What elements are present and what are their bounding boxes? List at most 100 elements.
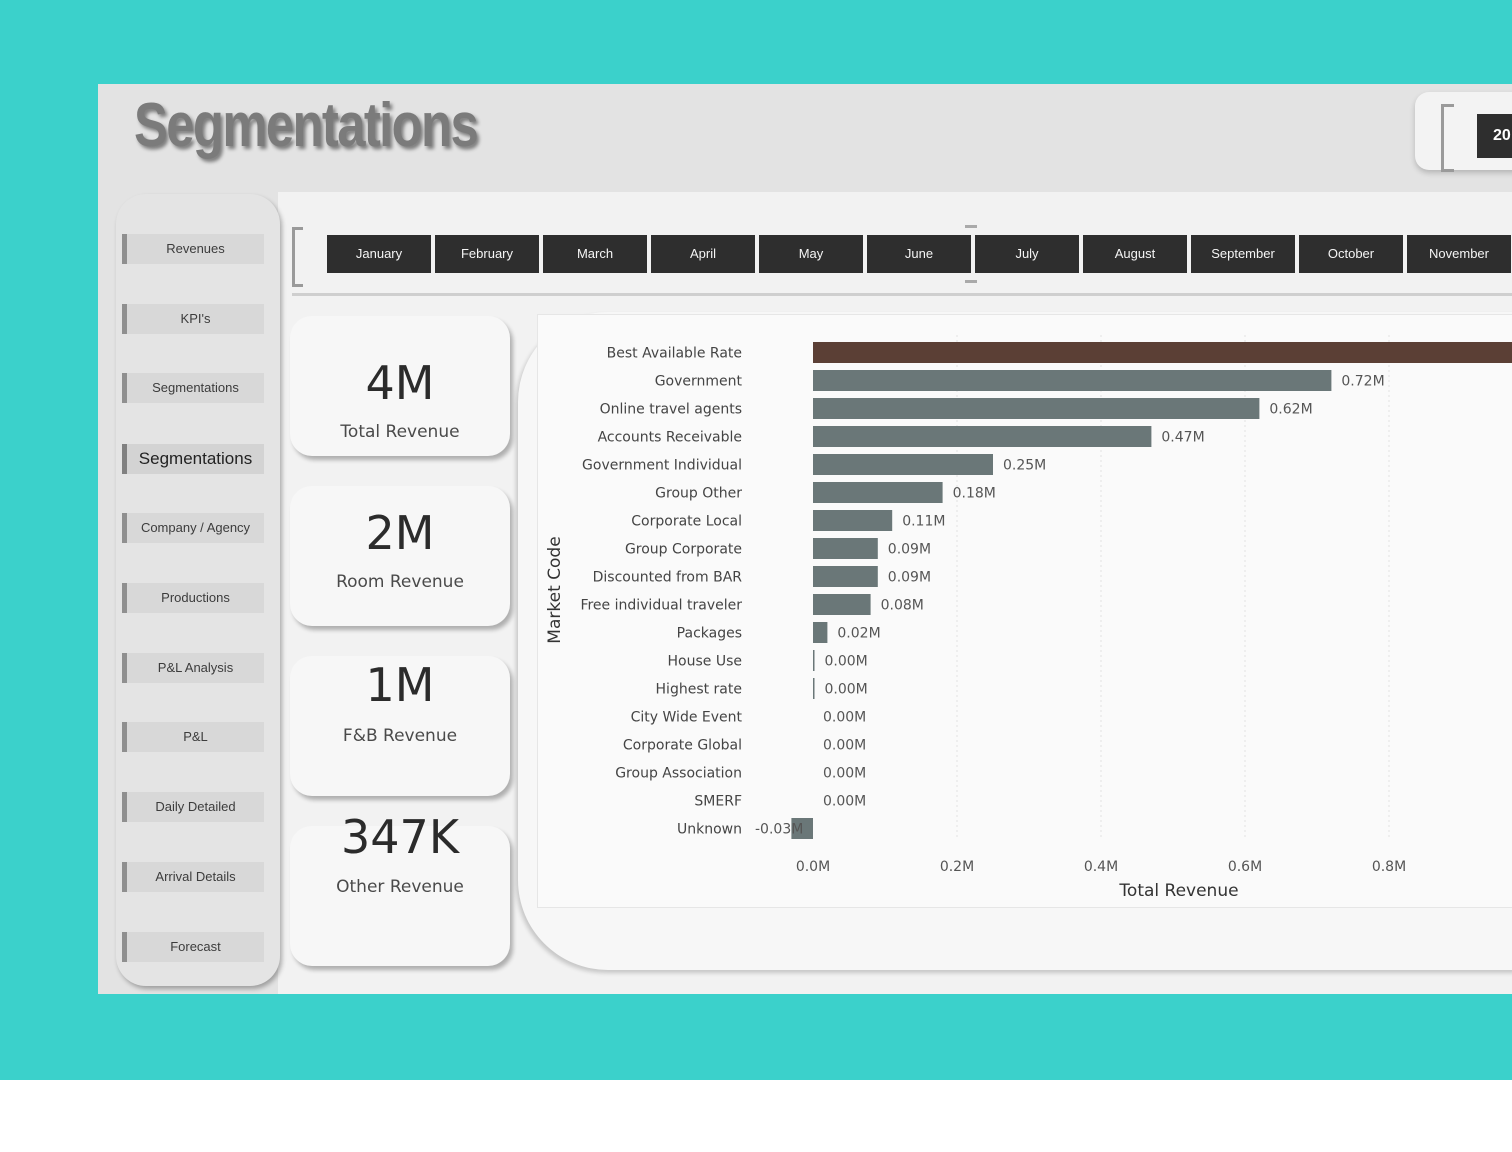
bar (813, 678, 815, 699)
kpi-value: 347K (341, 810, 459, 864)
year-slicer: 20 (1415, 92, 1512, 172)
kpi-value: 2M (365, 506, 435, 560)
data-label: 0.25M (1003, 458, 1046, 474)
page-title: Segmentations (134, 91, 479, 160)
nav-company-agency-button[interactable]: Company / Agency (122, 513, 264, 543)
data-label: 0.18M (953, 486, 996, 502)
category-label: Group Corporate (625, 542, 742, 558)
resize-handle (965, 225, 977, 228)
bar (813, 538, 878, 559)
bar (813, 510, 893, 531)
kpi-card-room-revenue: 2M Room Revenue (290, 486, 510, 626)
kpi-card-other-revenue: 347K Other Revenue (290, 810, 510, 966)
month-november-button[interactable]: November (1407, 235, 1511, 273)
x-tick-label: 0.6M (1228, 859, 1262, 875)
data-label: 0.62M (1269, 402, 1312, 418)
nav-forecast-button[interactable]: Forecast (122, 932, 264, 962)
category-label: Corporate Global (623, 738, 742, 754)
dashboard: Segmentations 20 Revenues KPI's Segmenta… (98, 84, 1512, 994)
kpi-card-fb-revenue: 1M F&B Revenue (290, 656, 510, 796)
kpi-value: 1M (365, 658, 435, 712)
category-label: Government Individual (582, 458, 742, 474)
nav-kpis-button[interactable]: KPI's (122, 304, 264, 334)
category-label: Free individual traveler (580, 598, 742, 614)
market-code-chart: Best Available Rate Government 0.72M Online… (537, 314, 1512, 908)
month-july-button[interactable]: July (975, 235, 1079, 273)
bar (813, 482, 943, 503)
category-label: Best Available Rate (607, 346, 742, 362)
month-february-button[interactable]: February (435, 235, 539, 273)
kpi-label: Total Revenue (340, 422, 460, 442)
category-label: Government (655, 374, 743, 390)
nav-pl-button[interactable]: P&L (122, 722, 264, 752)
month-october-button[interactable]: October (1299, 235, 1403, 273)
bar (813, 370, 1332, 391)
data-label: 0.00M (823, 738, 866, 754)
nav-segmentations-active-button[interactable]: Segmentations (122, 444, 264, 474)
category-label: House Use (668, 654, 742, 670)
category-label: City Wide Event (631, 710, 743, 726)
category-label: Corporate Local (631, 514, 742, 530)
nav-revenues-button[interactable]: Revenues (122, 234, 264, 264)
x-tick-label: 0.4M (1084, 859, 1118, 875)
month-september-button[interactable]: September (1191, 235, 1295, 273)
y-axis-label: Market Code (545, 536, 565, 643)
bar (813, 398, 1260, 419)
data-label: 0.11M (902, 514, 945, 530)
kpi-label: Other Revenue (336, 877, 464, 897)
category-label: Online travel agents (600, 402, 742, 418)
kpi-value: 4M (365, 356, 435, 410)
data-label: 0.47M (1161, 430, 1204, 446)
category-label: SMERF (694, 794, 742, 810)
data-label: 0.02M (837, 626, 880, 642)
data-label: 0.00M (825, 654, 868, 670)
month-april-button[interactable]: April (651, 235, 755, 273)
x-tick-label: 0.2M (940, 859, 974, 875)
bar-chart-svg: Best Available Rate Government 0.72M Online… (545, 335, 1512, 901)
nav-arrival-details-button[interactable]: Arrival Details (122, 862, 264, 892)
category-label: Group Other (655, 486, 742, 502)
data-label: 0.09M (888, 570, 931, 586)
kpi-label: F&B Revenue (342, 726, 458, 746)
data-label: 0.00M (825, 682, 868, 698)
data-label: 0.00M (823, 766, 866, 782)
category-label: Packages (677, 626, 742, 642)
x-tick-label: 0.8M (1372, 859, 1406, 875)
kpi-card-total-revenue: 4M Total Revenue (290, 316, 510, 456)
category-label: Unknown (677, 822, 742, 838)
month-january-button[interactable]: January (327, 235, 431, 273)
resize-handle (965, 280, 977, 283)
month-june-button[interactable]: June (867, 235, 971, 273)
bar (813, 622, 828, 643)
month-slicer: January February March April May June Ju… (292, 225, 1512, 296)
kpi-label: Room Revenue (336, 572, 464, 592)
sidebar: Revenues KPI's Segmentations Segmentatio… (116, 194, 280, 986)
category-label: Group Association (615, 766, 742, 782)
bar (813, 594, 871, 615)
bar (813, 454, 993, 475)
bar (813, 566, 878, 587)
data-label: 0.00M (823, 710, 866, 726)
data-label: 0.00M (823, 794, 866, 810)
bar (813, 650, 815, 671)
data-label: 0.09M (888, 542, 931, 558)
month-march-button[interactable]: March (543, 235, 647, 273)
year-button[interactable]: 20 (1477, 114, 1512, 158)
month-may-button[interactable]: May (759, 235, 863, 273)
bar (813, 342, 1512, 363)
nav-pl-analysis-button[interactable]: P&L Analysis (122, 653, 264, 683)
nav-daily-detailed-button[interactable]: Daily Detailed (122, 792, 264, 822)
slicer-bracket (292, 227, 303, 287)
category-label: Discounted from BAR (593, 570, 743, 586)
x-axis-label: Total Revenue (1118, 881, 1238, 901)
data-label: 0.72M (1341, 374, 1384, 390)
data-label: 0.08M (881, 598, 924, 614)
data-label: -0.03M (755, 822, 803, 838)
month-august-button[interactable]: August (1083, 235, 1187, 273)
bar (813, 426, 1152, 447)
nav-segmentations-button[interactable]: Segmentations (122, 373, 264, 403)
slicer-bracket (1441, 104, 1454, 172)
x-tick-label: 0.0M (796, 859, 830, 875)
category-label: Highest rate (656, 682, 742, 698)
nav-productions-button[interactable]: Productions (122, 583, 264, 613)
